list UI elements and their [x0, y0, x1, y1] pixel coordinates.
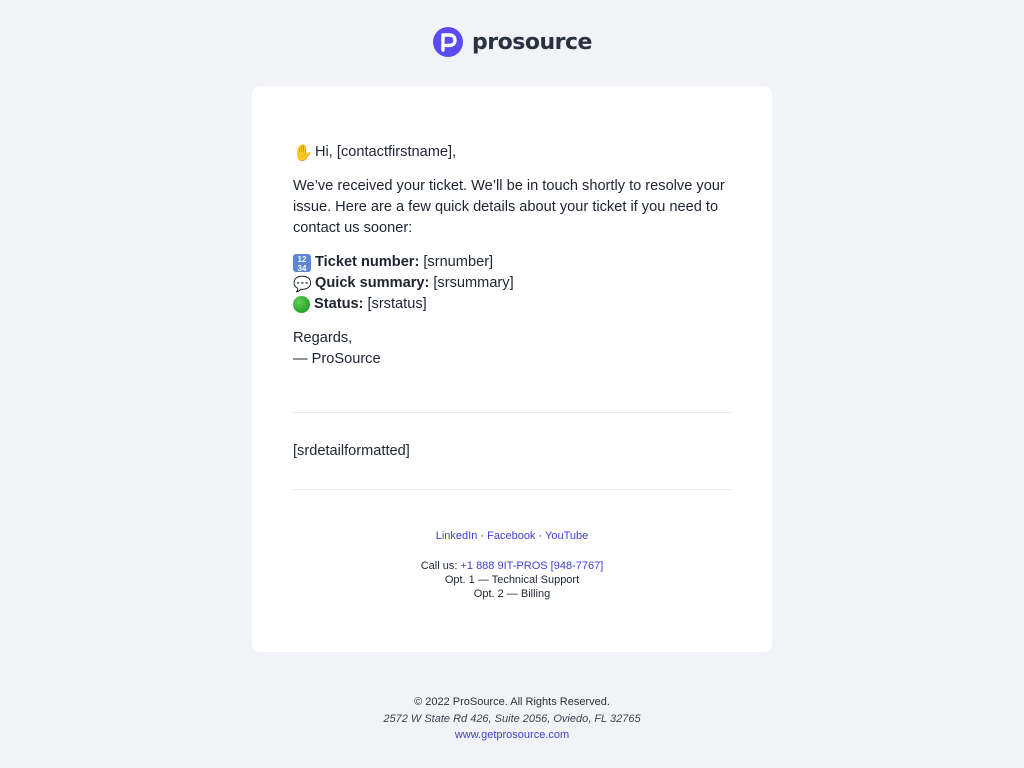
youtube-link[interactable]: YouTube — [545, 530, 588, 542]
detail-value: [srnumber] — [423, 254, 494, 270]
call-prefix: Call us: — [420, 560, 458, 572]
intro-paragraph: We’ve received your ticket. We’ll be in … — [293, 178, 725, 236]
facebook-link[interactable]: Facebook — [487, 530, 535, 542]
copyright-text: © 2022 ProSource. All Rights Reserved. — [414, 696, 610, 708]
phone-link[interactable]: +1 888 9IT-PROS [948-7767] — [460, 560, 603, 572]
brand-header: prosource — [0, 26, 1024, 58]
divider — [293, 489, 731, 490]
detail-placeholder: [srdetailformatted] — [293, 443, 410, 459]
call-line: Call us: +1 888 9IT-PROS [948-7767] — [293, 559, 731, 573]
contact-info: Call us: +1 888 9IT-PROS [948-7767] Opt.… — [293, 559, 731, 601]
speech-bubble-icon: 💬 — [293, 274, 312, 293]
linkedin-link[interactable]: LinkedIn — [436, 530, 478, 542]
detail-value: [srsummary] — [433, 275, 514, 291]
separator: · — [538, 530, 543, 542]
detail-value: [srstatus] — [367, 296, 427, 312]
page-footer: © 2022 ProSource. All Rights Reserved. 2… — [0, 694, 1024, 744]
address-text: 2572 W State Rd 426, Suite 2056, Oviedo,… — [383, 712, 641, 725]
detail-label: Quick summary: — [315, 275, 430, 291]
detail-status: Status: [srstatus] — [293, 294, 731, 315]
detail-quick-summary: 💬 Quick summary: [srsummary] — [293, 273, 731, 294]
option-technical-support: Opt. 1 — Technical Support — [444, 574, 580, 586]
regards-text: Regards, — [293, 330, 353, 346]
signature-text: — ProSource — [293, 351, 381, 367]
detail-label: Status: — [314, 296, 364, 312]
social-links: LinkedIn · Facebook · YouTube — [293, 530, 731, 542]
detail-label: Ticket number: — [315, 254, 420, 270]
green-circle-icon — [293, 296, 310, 313]
numbers-icon: 12 34 — [293, 253, 311, 273]
prosource-logo-icon — [433, 27, 464, 57]
option-billing: Opt. 2 — Billing — [473, 588, 551, 600]
greeting-text: Hi, [contactfirstname], — [315, 144, 457, 160]
website-link[interactable]: www.getprosource.com — [455, 729, 569, 741]
sign-off: Regards, — ProSource — [293, 328, 731, 370]
email-card: ✋ Hi, [contactfirstname], We’ve received… — [252, 86, 772, 652]
ticket-details: 12 34 Ticket number: [srnumber] 💬 Quick s… — [293, 252, 731, 315]
separator: · — [480, 530, 485, 542]
brand-name: prosource — [472, 29, 592, 55]
divider — [293, 412, 731, 413]
detail-ticket-number: 12 34 Ticket number: [srnumber] — [293, 252, 731, 273]
greeting-line: ✋ Hi, [contactfirstname], — [293, 142, 731, 163]
wave-hand-icon: ✋ — [293, 142, 313, 162]
